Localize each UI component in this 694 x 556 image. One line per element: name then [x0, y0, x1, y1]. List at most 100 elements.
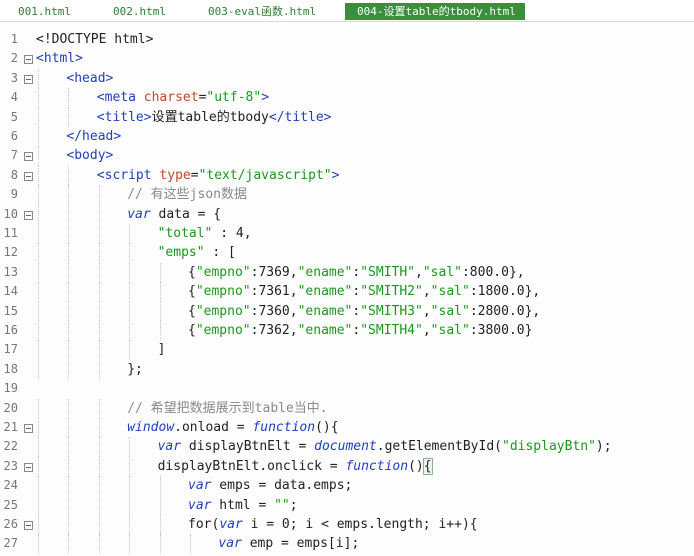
- code-line[interactable]: 23 displayBtnElt.onclick = function(){: [0, 456, 694, 477]
- code-text: <head>: [66, 69, 113, 88]
- code-editor[interactable]: 1 <!DOCTYPE html> 2 <html> 3 <head> 4 <meta cha…: [0, 30, 694, 556]
- indent-guide: [68, 418, 70, 438]
- line-number: 19: [3, 381, 18, 396]
- indent-guide: [159, 262, 161, 283]
- code-line[interactable]: 11 "total" : 4,: [0, 224, 694, 244]
- tab-002-html[interactable]: 002.html: [101, 3, 178, 20]
- fold-toggle-icon[interactable]: [24, 171, 33, 181]
- code-token: : 4,: [212, 226, 252, 241]
- code-line[interactable]: 21 window.onload = function(){: [0, 418, 694, 438]
- code-text: {"empno":7361,"ename":"SMITH2","sal":180…: [188, 282, 540, 301]
- fold-toggle-icon[interactable]: [24, 74, 33, 84]
- code-token: charset: [143, 90, 199, 106]
- code-token: <html>: [36, 51, 83, 67]
- code-line[interactable]: 4 <meta charset="utf-8">: [0, 88, 694, 108]
- code-token: :2800.0},: [469, 303, 541, 319]
- code-token: :1800.0},: [469, 284, 541, 300]
- code-line[interactable]: 9 // 有这些json数据: [0, 185, 694, 205]
- fold-toggle-icon[interactable]: [24, 424, 33, 433]
- code-token: 设置table的tbody: [151, 109, 269, 125]
- tab-004-tbody-html[interactable]: 004-设置table的tbody.html: [345, 3, 525, 20]
- code-line[interactable]: 14 {"empno":7361,"ename":"SMITH2","sal":1…: [0, 282, 694, 302]
- code-line[interactable]: 18};: [0, 359, 694, 380]
- code-line[interactable]: 3 <head>: [0, 68, 694, 89]
- indent-guide: [38, 262, 39, 283]
- code-token: <meta: [96, 90, 144, 106]
- matched-bracket: {: [422, 457, 433, 475]
- code-token: "SMITH": [360, 264, 416, 280]
- code-line[interactable]: 26 for(var i = 0; i < emps.length; i++){: [0, 515, 694, 535]
- editor-tab-bar: 001.html 002.html 003-eval函数.html 004-设置…: [0, 0, 694, 22]
- code-token: var: [188, 497, 212, 513]
- code-token: ,: [422, 284, 431, 300]
- indent-guide: [68, 398, 70, 418]
- code-line[interactable]: 25 var html = "";: [0, 495, 694, 515]
- code-token: "total": [157, 226, 213, 241]
- code-line[interactable]: 7 <body>: [0, 146, 694, 166]
- code-line[interactable]: 15 {"empno":7360,"ename":"SMITH3","sal":2…: [0, 301, 694, 321]
- code-text: "emps" : [: [158, 243, 236, 262]
- indent-guide: [98, 185, 100, 205]
- line-number: 25: [3, 497, 18, 512]
- code-line[interactable]: 24 var emps = data.emps;: [0, 476, 694, 496]
- code-token: "SMITH4": [360, 323, 423, 338]
- code-token: "empno": [195, 264, 251, 280]
- code-token: data = {: [150, 206, 222, 222]
- indent-guide: [38, 398, 39, 418]
- code-line[interactable]: 6 </head>: [0, 127, 694, 147]
- code-line[interactable]: 10 var data = {: [0, 204, 694, 224]
- fold-toggle-icon[interactable]: [24, 152, 33, 162]
- code-line[interactable]: 1 <!DOCTYPE html>: [0, 30, 694, 49]
- line-number: 8: [10, 167, 18, 182]
- line-number: 13: [3, 264, 18, 279]
- code-token: "empno": [195, 284, 251, 300]
- indent-guide: [129, 301, 131, 321]
- code-token: "ename": [297, 284, 353, 300]
- line-number: 5: [10, 109, 18, 124]
- indent-guide: [68, 243, 70, 263]
- code-token: <!DOCTYPE html>: [36, 32, 154, 47]
- indent-guide: [38, 321, 39, 341]
- code-line[interactable]: 2 <html>: [0, 49, 694, 68]
- indent-guide: [38, 495, 39, 515]
- indent-guide: [38, 340, 39, 360]
- code-token: </title>: [268, 109, 332, 125]
- fold-toggle-icon[interactable]: [24, 55, 33, 65]
- indent-guide: [129, 321, 131, 341]
- tab-001-html[interactable]: 001.html: [6, 3, 83, 20]
- fold-toggle-icon[interactable]: [24, 462, 33, 472]
- code-line[interactable]: 13 {"empno":7369,"ename":"SMITH","sal":80…: [0, 262, 694, 283]
- fold-toggle-icon[interactable]: [24, 210, 33, 220]
- code-line[interactable]: 8 <script type="text/javascript">: [0, 165, 694, 186]
- code-text: <body>: [66, 146, 113, 165]
- indent-guide: [129, 340, 131, 360]
- code-token: .getElementById(: [376, 439, 502, 455]
- fold-toggle-icon[interactable]: [24, 521, 33, 530]
- code-line[interactable]: 5 <title>设置table的tbody</title>: [0, 107, 694, 127]
- code-token: );: [595, 439, 612, 455]
- code-token: "text/javascript": [198, 167, 332, 183]
- indent-guide: [38, 165, 39, 186]
- tab-003-eval-html[interactable]: 003-eval函数.html: [196, 3, 328, 20]
- code-line[interactable]: 19: [0, 379, 694, 398]
- indent-guide: [98, 301, 100, 321]
- code-line[interactable]: 12 "emps" : [: [0, 243, 694, 263]
- indent-guide: [38, 107, 39, 127]
- indent-guide: [38, 224, 39, 244]
- code-line[interactable]: 17]: [0, 340, 694, 360]
- code-token: .onload =: [174, 420, 253, 435]
- line-number: 1: [10, 32, 18, 46]
- code-token: window: [127, 420, 175, 435]
- indent-guide: [68, 359, 70, 380]
- code-token: <title>: [96, 109, 152, 125]
- code-text: // 希望把数据展示到table当中.: [127, 399, 327, 418]
- code-text: <script type="text/javascript">: [97, 166, 340, 185]
- code-line[interactable]: 27 var emp = emps[i];: [0, 534, 694, 554]
- line-number: 17: [3, 342, 18, 357]
- code-line[interactable]: 16 {"empno":7362,"ename":"SMITH4","sal":3…: [0, 321, 694, 341]
- code-line[interactable]: 20 // 希望把数据展示到table当中.: [0, 398, 694, 418]
- indent-guide: [159, 321, 161, 341]
- code-line[interactable]: 22 var displayBtnElt = document.getElemen…: [0, 437, 694, 457]
- indent-guide: [68, 456, 70, 477]
- code-token: emp = emps[i];: [241, 536, 360, 552]
